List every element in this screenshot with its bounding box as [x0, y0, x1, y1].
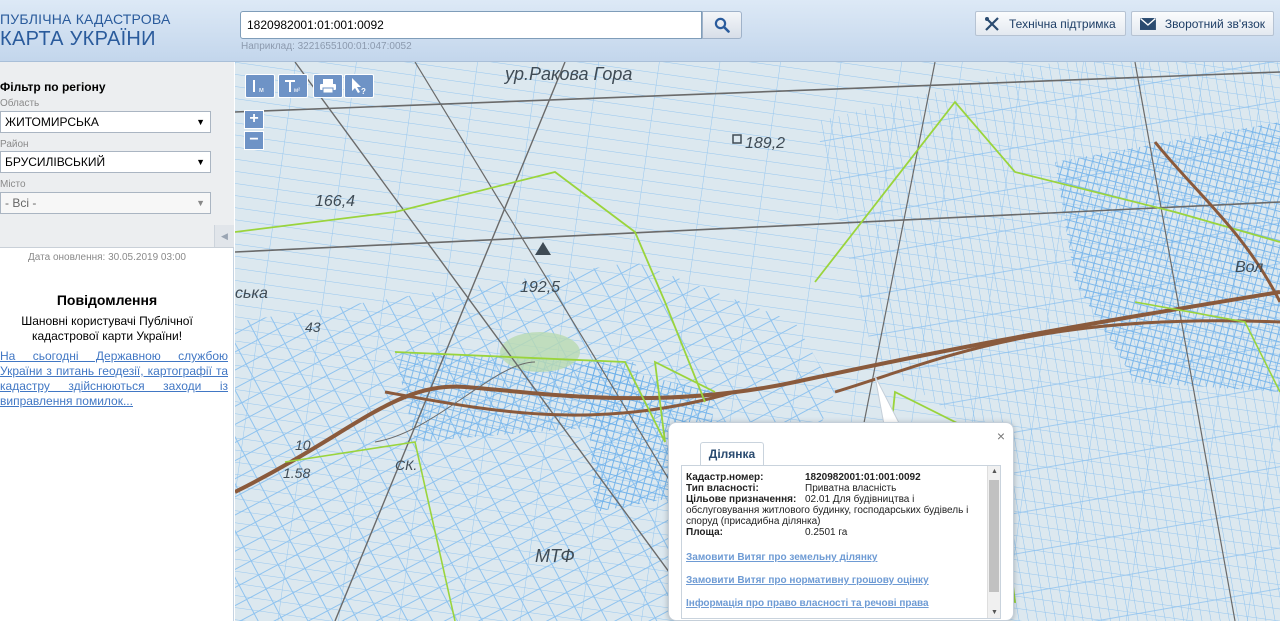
svg-text:?: ?	[361, 87, 366, 95]
parcel-popup: × Ділянка Кадастр.номер: 1820982001:01:0…	[668, 422, 1014, 621]
feedback-button[interactable]: Зворотний зв'язок	[1131, 11, 1274, 36]
measure-length-tool[interactable]: м	[245, 74, 275, 98]
svg-text:м: м	[259, 87, 264, 94]
tools-icon	[985, 16, 999, 31]
ownership-label: Тип власності:	[686, 483, 759, 494]
logo-line-1: ПУБЛІЧНА КАДАСТРОВА	[0, 11, 171, 27]
rayon-label: Район	[0, 139, 29, 150]
purpose-label: Цільове призначення:	[686, 494, 797, 505]
collapse-panel-button[interactable]: ◀	[214, 225, 234, 247]
rayon-select[interactable]: БРУСИЛІВСЬКИЙ ▼	[0, 151, 211, 173]
misto-label: Місто	[0, 179, 26, 190]
map-label-height-3: 192,5	[520, 279, 560, 296]
area-value: 0.2501 га	[805, 527, 848, 538]
map-label-number-1: 10	[295, 437, 311, 453]
ruler-icon: м	[253, 80, 264, 94]
measure-area-tool[interactable]: м²	[278, 74, 308, 98]
oblast-value: ЖИТОМИРСЬКА	[5, 115, 99, 129]
logo-line-2: КАРТА УКРАЇНИ	[0, 28, 156, 50]
news-greeting: Шановні користувачі Публічної кадастрово…	[21, 314, 193, 343]
scroll-thumb[interactable]	[989, 480, 999, 592]
search-bar: Наприклад: 3221655100:01:047:0052	[240, 11, 742, 52]
identify-tool[interactable]: ?	[344, 74, 374, 98]
scroll-down-icon[interactable]: ▼	[991, 609, 998, 616]
map-label-place-1: ська	[235, 285, 268, 302]
region-filter: Фільтр по регіону Область ЖИТОМИРСЬКА ▼ …	[0, 62, 234, 248]
site-logo[interactable]: ПУБЛІЧНА КАДАСТРОВА КАРТА УКРАЇНИ	[0, 12, 171, 49]
oblast-select[interactable]: ЖИТОМИРСЬКА ▼	[0, 111, 211, 133]
feedback-label: Зворотний зв'язок	[1164, 16, 1265, 31]
map-label-height-2: 166,4	[315, 193, 355, 210]
map-label-place-2: СК.	[395, 457, 417, 473]
popup-scrollbar[interactable]: ▲ ▼	[987, 466, 1000, 618]
tech-support-label: Технічна підтримка	[1009, 16, 1116, 31]
misto-value: - Всі -	[5, 196, 37, 210]
search-example: Наприклад: 3221655100:01:047:0052	[241, 41, 412, 52]
search-icon	[714, 17, 730, 33]
chevron-left-icon: ◀	[221, 230, 228, 241]
map-label-village: Вол	[1235, 259, 1263, 276]
news-link[interactable]: На сьогодні Державною службою України з …	[0, 349, 228, 409]
cad-number-value: 1820982001:01:001:0092	[805, 472, 921, 483]
area-label: Площа:	[686, 527, 723, 538]
close-icon[interactable]: ×	[997, 428, 1005, 444]
order-valuation-link[interactable]: Замовити Витяг про нормативну грошову оц…	[686, 575, 929, 586]
header: ПУБЛІЧНА КАДАСТРОВА КАРТА УКРАЇНИ Наприк…	[0, 0, 1280, 62]
map-label-height-1: 189,2	[745, 135, 785, 152]
search-input[interactable]	[240, 11, 702, 39]
misto-select[interactable]: - Всі - ▼	[0, 192, 211, 214]
zoom-out-button[interactable]: −	[244, 131, 264, 150]
purpose-value-2: обслуговування житлового будинку, господ…	[686, 505, 969, 516]
map-label-height-4: 43	[305, 319, 321, 335]
ownership-value: Приватна власність	[805, 483, 897, 494]
filter-title: Фільтр по регіону	[0, 80, 106, 94]
print-tool[interactable]	[313, 74, 343, 98]
left-panel: Фільтр по регіону Область ЖИТОМИРСЬКА ▼ …	[0, 62, 234, 621]
scroll-up-icon[interactable]: ▲	[991, 468, 998, 475]
order-extract-link[interactable]: Замовити Витяг про земельну ділянку	[686, 552, 877, 563]
tech-support-button[interactable]: Технічна підтримка	[975, 11, 1126, 36]
ownership-info-link[interactable]: Інформація про право власності та речові…	[686, 598, 929, 609]
cursor-question-icon: ?	[352, 78, 366, 95]
map-label-number-2: 1.58	[283, 465, 310, 481]
dropdown-arrow-icon: ▼	[196, 117, 205, 127]
mail-icon	[1140, 17, 1156, 30]
map-label-farm: МТФ	[535, 546, 575, 566]
printer-icon	[320, 79, 336, 94]
search-button[interactable]	[702, 11, 742, 39]
svg-text:м²: м²	[294, 88, 300, 94]
map-label-tract: ур.Ракова Гора	[503, 64, 632, 84]
area-ruler-icon: м²	[285, 80, 300, 94]
oblast-label: Область	[0, 98, 40, 109]
parcel-info: Кадастр.номер: 1820982001:01:001:0092 Ти…	[681, 465, 1001, 619]
update-date: Дата оновлення: 30.05.2019 03:00	[28, 252, 186, 263]
news-title: Повідомлення	[56, 292, 158, 308]
purpose-value-1: 02.01 Для будівництва і	[805, 494, 915, 505]
zoom-in-button[interactable]: +	[244, 110, 264, 129]
dropdown-arrow-icon: ▼	[196, 198, 205, 208]
purpose-value-3: споруд (присадибна ділянка)	[686, 516, 821, 527]
tab-parcel[interactable]: Ділянка	[700, 442, 764, 466]
dropdown-arrow-icon: ▼	[196, 157, 205, 167]
cad-number-label: Кадастр.номер:	[686, 472, 764, 483]
rayon-value: БРУСИЛІВСЬКИЙ	[5, 155, 106, 169]
